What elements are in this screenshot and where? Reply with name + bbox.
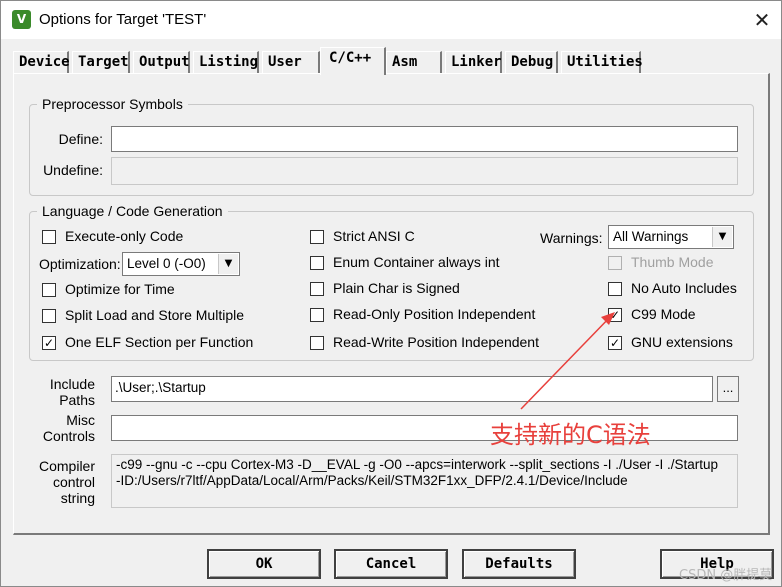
checkbox-label: Execute-only Code xyxy=(65,228,184,244)
tab-c-cpp[interactable]: C/C++ xyxy=(320,47,386,75)
compiler-control-string[interactable]: -c99 --gnu -c --cpu Cortex-M3 -D__EVAL -… xyxy=(111,454,738,508)
tab-user[interactable]: User xyxy=(262,51,320,73)
checkbox-label: Strict ANSI C xyxy=(333,228,415,244)
tab-target[interactable]: Target xyxy=(72,51,130,73)
define-input[interactable] xyxy=(111,126,738,152)
check-icon[interactable]: ✓ xyxy=(608,308,622,322)
checkbox-label: Read-Only Position Independent xyxy=(333,306,536,322)
language-title: Language / Code Generation xyxy=(37,203,228,219)
checkbox-label: Optimize for Time xyxy=(65,281,175,297)
checkbox-box[interactable] xyxy=(310,308,324,322)
tab-output[interactable]: Output xyxy=(133,51,190,73)
cancel-button[interactable]: Cancel xyxy=(334,549,448,579)
optimization-select[interactable]: Level 0 (-O0) ▼ xyxy=(122,252,240,276)
annotation-text: 支持新的C语法 xyxy=(490,421,651,449)
warnings-label: Warnings: xyxy=(540,230,603,246)
defaults-button[interactable]: Defaults xyxy=(462,549,576,579)
optimization-value: Level 0 (-O0) xyxy=(127,256,206,271)
options-dialog: V Options for Target 'TEST' ✕ Device Tar… xyxy=(0,0,782,587)
keil-uvision-icon: V xyxy=(12,10,31,29)
browse-include-button[interactable]: ... xyxy=(717,376,739,402)
chevron-down-icon[interactable]: ▼ xyxy=(218,254,238,274)
checkbox-label: Split Load and Store Multiple xyxy=(65,307,244,323)
include-paths-input[interactable]: .\User;.\Startup xyxy=(111,376,713,402)
checkbox-label: One ELF Section per Function xyxy=(65,334,254,350)
tab-listing[interactable]: Listing xyxy=(193,51,259,73)
title-bar: V Options for Target 'TEST' ✕ xyxy=(1,1,781,39)
checkbox-label: Read-Write Position Independent xyxy=(333,334,539,350)
checkbox-label: GNU extensions xyxy=(631,334,733,350)
watermark: CSDN @胖提莫 xyxy=(679,568,773,583)
checkbox-label: No Auto Includes xyxy=(631,280,737,296)
undefine-label: Undefine: xyxy=(43,162,103,178)
checkbox-box[interactable] xyxy=(310,230,324,244)
define-label: Define: xyxy=(58,131,103,147)
checkbox-label: C99 Mode xyxy=(631,306,696,322)
close-icon[interactable]: ✕ xyxy=(749,7,775,33)
checkbox-box[interactable] xyxy=(310,256,324,270)
check-icon[interactable]: ✓ xyxy=(42,336,56,350)
checkbox-label: Thumb Mode xyxy=(631,254,714,270)
checkbox-label: Plain Char is Signed xyxy=(333,280,460,296)
undefine-input[interactable] xyxy=(111,157,738,185)
warnings-select[interactable]: All Warnings ▼ xyxy=(608,225,734,249)
compiler-control-label: Compiler control string xyxy=(38,458,95,506)
preprocessor-title: Preprocessor Symbols xyxy=(37,96,188,112)
window-title: Options for Target 'TEST' xyxy=(39,11,207,28)
chevron-down-icon[interactable]: ▼ xyxy=(712,227,732,247)
tab-utilities[interactable]: Utilities xyxy=(561,51,643,73)
checkbox-box[interactable] xyxy=(42,283,56,297)
optimization-label: Optimization: xyxy=(39,256,121,272)
checkbox-box[interactable] xyxy=(42,230,56,244)
tab-debug[interactable]: Debug xyxy=(505,51,558,73)
include-paths-label: Include Paths xyxy=(49,376,95,408)
checkbox-box[interactable] xyxy=(310,336,324,350)
checkbox-box[interactable] xyxy=(310,282,324,296)
tab-asm[interactable]: Asm xyxy=(386,51,442,73)
tab-linker[interactable]: Linker xyxy=(445,51,502,73)
checkbox-label: Enum Container always int xyxy=(333,254,500,270)
ok-button[interactable]: OK xyxy=(207,549,321,579)
misc-controls-label: Misc Controls xyxy=(42,412,95,444)
tab-device[interactable]: Device xyxy=(13,51,70,73)
warnings-value: All Warnings xyxy=(613,229,689,244)
checkbox-box xyxy=(608,256,622,270)
checkbox-box[interactable] xyxy=(42,309,56,323)
check-icon[interactable]: ✓ xyxy=(608,336,622,350)
checkbox-box[interactable] xyxy=(608,282,622,296)
